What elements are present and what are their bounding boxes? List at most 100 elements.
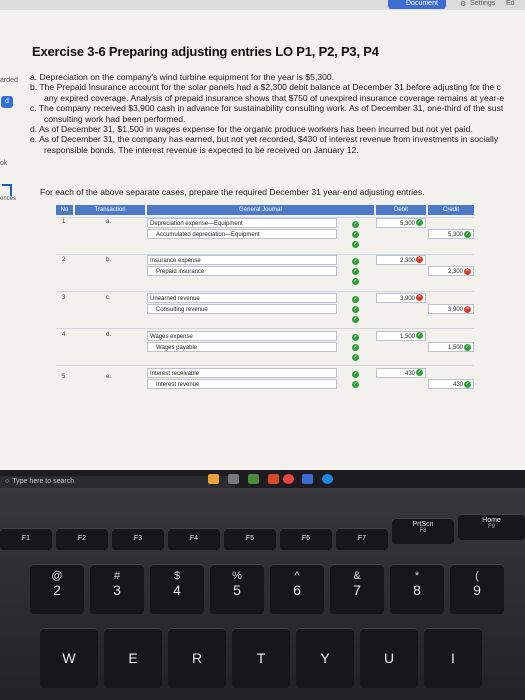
key-2-shift: @ — [51, 570, 63, 582]
check-icon: ✓ — [352, 268, 359, 275]
app-icon[interactable] — [302, 474, 313, 484]
key-9-shift: ( — [475, 570, 479, 582]
key-f1[interactable]: F1 — [0, 528, 52, 550]
credit-account-field[interactable]: Accumulated depreciation—Equipment — [147, 229, 337, 239]
key-6-main: 6 — [293, 582, 301, 598]
gear-icon[interactable]: ⚙ — [460, 0, 466, 8]
check-icon: ✓ — [464, 381, 471, 388]
key-3[interactable]: #3 — [90, 564, 144, 614]
exercise-title: Exercise 3-6 Preparing adjusting entries… — [32, 44, 379, 59]
key-prtscn[interactable]: PrtScn F8 — [392, 518, 454, 544]
credit-account-field[interactable]: Wages payable — [147, 342, 337, 352]
debit-account-field[interactable]: Interest receivable — [147, 368, 337, 378]
key-f2[interactable]: F2 — [56, 528, 108, 550]
key-r[interactable]: R — [168, 628, 226, 688]
check-icon: ✓ — [352, 381, 359, 388]
check-icon: ✓ — [352, 278, 359, 285]
key-f6[interactable]: F6 — [280, 528, 332, 550]
check-icon: ✓ — [352, 241, 359, 248]
key-3-main: 3 — [113, 582, 121, 598]
entry-no: 2 — [62, 257, 66, 263]
chrome-icon[interactable] — [283, 474, 294, 484]
credit-account-field[interactable]: Consulting revenue — [147, 304, 337, 314]
line-a: a. Depreciation on the company's wind tu… — [30, 72, 335, 82]
exercise-description: a. Depreciation on the company's wind tu… — [30, 72, 525, 155]
settings-label[interactable]: Settings — [470, 0, 495, 7]
credit-account-field[interactable]: Prepaid insurance — [147, 266, 337, 276]
debit-account-field[interactable]: Insurance expense — [147, 255, 337, 265]
sidebar-item-ok[interactable]: ok — [0, 160, 7, 167]
sidebar-item-references[interactable]: ences — [0, 196, 16, 202]
check-icon: ✓ — [416, 369, 423, 376]
key-y[interactable]: Y — [296, 628, 354, 688]
check-icon: ✓ — [352, 306, 359, 313]
debit-account-field[interactable]: Unearned revenue — [147, 293, 337, 303]
x-mark-icon: × — [416, 294, 423, 301]
key-8[interactable]: * 8 — [390, 564, 444, 614]
key-4[interactable]: $4 — [150, 564, 204, 614]
app-icon[interactable] — [248, 474, 259, 484]
key-home-label: Home — [482, 517, 501, 524]
left-sidebar: arded d ok ences — [0, 60, 20, 260]
key-t[interactable]: T — [232, 628, 290, 688]
key-5[interactable]: % 5 — [210, 564, 264, 614]
key-7[interactable]: & 7 — [330, 564, 384, 614]
key-u[interactable]: U — [360, 628, 418, 688]
check-icon: ✓ — [352, 258, 359, 265]
header-no: No — [56, 205, 73, 215]
check-icon: ✓ — [352, 316, 359, 323]
check-icon: ✓ — [352, 221, 359, 228]
entry-transaction: b. — [106, 257, 112, 263]
edge-icon[interactable] — [322, 474, 333, 484]
key-i[interactable]: I — [424, 628, 482, 688]
key-e[interactable]: E — [104, 628, 162, 688]
x-mark-icon: × — [464, 306, 471, 313]
check-icon: ✓ — [464, 344, 471, 351]
key-9-main: 9 — [473, 582, 481, 598]
line-c-cont: consulting work had been performed. — [44, 113, 186, 124]
check-icon: ✓ — [416, 332, 423, 339]
browser-top-bar: Document ⚙ Settings Ed — [0, 0, 525, 10]
key-6[interactable]: ^ 6 — [270, 564, 324, 614]
entry-no: 1 — [62, 219, 66, 225]
debit-account-field[interactable]: Depreciation expense—Equipment — [147, 218, 337, 228]
instruction-text: For each of the above separate cases, pr… — [40, 187, 425, 197]
key-9[interactable]: (9 — [450, 564, 504, 614]
document-tab[interactable]: Document — [388, 0, 446, 9]
key-4-main: 4 — [173, 582, 181, 598]
key-2-main: 2 — [53, 582, 61, 598]
app-icon[interactable] — [228, 474, 239, 484]
row-divider — [56, 291, 474, 292]
check-icon: ✓ — [352, 296, 359, 303]
key-f5[interactable]: F5 — [224, 528, 276, 550]
taskbar-search-input[interactable]: ○ Type here to search — [0, 476, 235, 488]
debit-account-field[interactable]: Wages expense — [147, 331, 337, 341]
credit-account-field[interactable]: Interest revenue — [147, 379, 337, 389]
key-f7[interactable]: F7 — [336, 528, 388, 550]
key-6-shift: ^ — [294, 570, 300, 582]
key-home[interactable]: Home F9 — [458, 514, 525, 540]
line-c: c. The company received $3,900 cash in a… — [30, 103, 504, 114]
file-explorer-icon[interactable] — [208, 474, 219, 484]
check-icon: ✓ — [464, 231, 471, 238]
general-journal-table: No Transaction General Journal Debit Cre… — [56, 200, 474, 400]
entry-transaction: c. — [106, 295, 111, 301]
extra-label: Ed — [506, 0, 515, 7]
entry-transaction: e. — [106, 374, 112, 380]
check-icon: ✓ — [352, 354, 359, 361]
sidebar-item-d[interactable]: d — [1, 96, 13, 108]
key-3-shift: # — [113, 570, 121, 582]
line-d: d. As of December 31, $1,500 in wages ex… — [30, 124, 473, 135]
sidebar-item-arded[interactable]: arded — [0, 77, 18, 84]
entry-no: 3 — [62, 295, 66, 301]
key-2[interactable]: @2 — [30, 564, 84, 614]
line-e: e. As of December 31, the company has ea… — [30, 134, 499, 145]
key-f4[interactable]: F4 — [168, 528, 220, 550]
app-icon[interactable] — [268, 474, 279, 484]
key-w[interactable]: W — [40, 628, 98, 688]
key-5-main: 5 — [233, 582, 241, 598]
key-f3[interactable]: F3 — [112, 528, 164, 550]
key-prtscn-label: PrtScn — [412, 521, 434, 528]
references-icon[interactable] — [2, 184, 12, 196]
row-divider — [56, 365, 474, 366]
